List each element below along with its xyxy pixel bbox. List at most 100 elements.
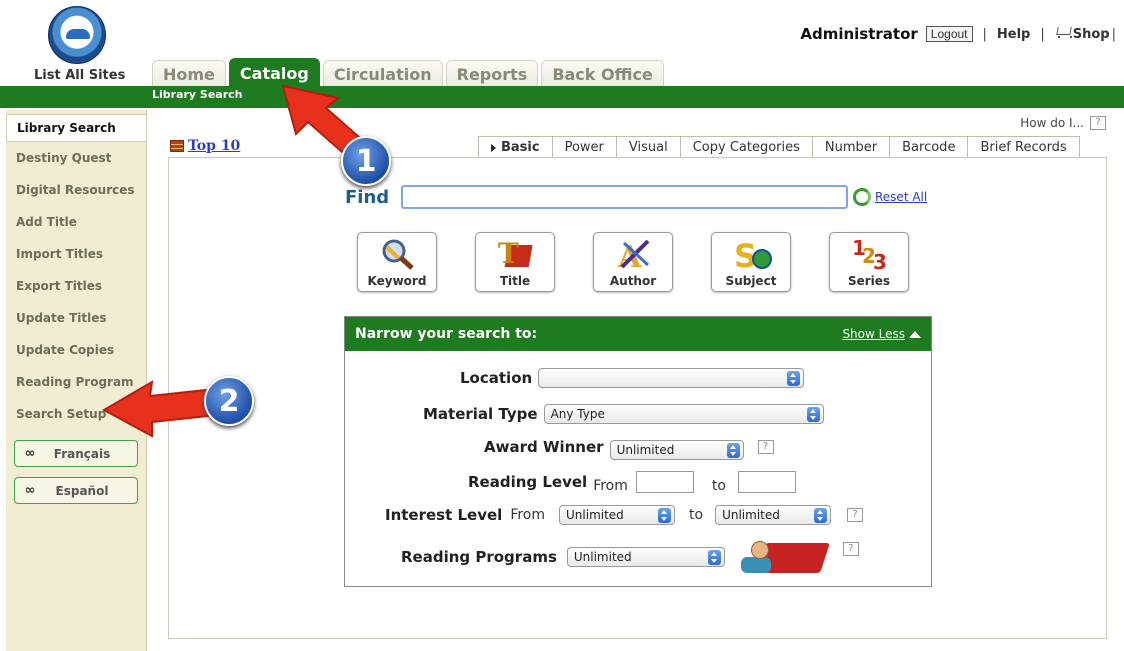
search-buttons: Keyword T Title A Author S Subject 1 2 3… <box>357 232 909 292</box>
svg-text:T: T <box>498 237 519 270</box>
author-pen-icon: A <box>617 239 650 271</box>
show-less-label: Show Less <box>842 327 905 341</box>
shop-link[interactable]: Shop <box>1055 27 1110 42</box>
reading-programs-label: Reading Programs <box>401 548 557 566</box>
main-tabs: Home Catalog Circulation Reports Back Of… <box>152 58 667 87</box>
tab-brief-records[interactable]: Brief Records <box>967 136 1080 158</box>
interest-help-icon[interactable]: ? <box>847 508 864 522</box>
language-francais-button[interactable]: ∞ Français <box>14 440 138 467</box>
interest-from-value: Unlimited <box>566 508 624 522</box>
reading-child-icon <box>739 539 830 575</box>
select-arrows-icon <box>806 406 820 422</box>
reading-level-label: Reading Level <box>468 473 588 491</box>
how-do-i[interactable]: How do I... ? <box>1020 116 1106 130</box>
interest-to-select[interactable]: Unlimited <box>715 505 832 525</box>
award-winner-row: Award Winner Unlimited ? <box>484 434 774 460</box>
separator: | <box>1040 26 1045 42</box>
sidebar-item-update-titles[interactable]: Update Titles <box>6 302 146 334</box>
tab-copy-categories[interactable]: Copy Categories <box>679 136 813 158</box>
search-panel: Find Reset All Keyword T Title A Author … <box>168 157 1107 639</box>
reading-level-to-label: to <box>711 478 726 494</box>
logout-button[interactable]: Logout <box>925 26 973 42</box>
award-winner-select[interactable]: Unlimited <box>609 440 744 460</box>
list-all-sites-link[interactable]: List All Sites <box>34 68 125 83</box>
site-logo-area: List All Sites <box>0 0 150 86</box>
show-less-link[interactable]: Show Less <box>842 327 921 341</box>
sidebar-item-update-copies[interactable]: Update Copies <box>6 334 146 366</box>
author-search-button[interactable]: A Author <box>593 232 673 292</box>
tab-home[interactable]: Home <box>152 60 226 87</box>
sidebar-item-reading-program[interactable]: Reading Program <box>6 366 146 398</box>
interest-from-label: From <box>510 507 546 523</box>
svg-text:3: 3 <box>873 250 887 271</box>
language-label: Español <box>55 483 109 498</box>
sidebar-item-search-setup[interactable]: Search Setup <box>6 398 146 430</box>
sidebar-item-export-titles[interactable]: Export Titles <box>6 270 146 302</box>
language-espanol-button[interactable]: ∞ Español <box>14 477 138 504</box>
select-arrows-icon <box>814 507 828 523</box>
tab-back-office[interactable]: Back Office <box>541 60 664 87</box>
sidebar: Library Search Destiny Quest Digital Res… <box>6 110 147 651</box>
tab-circulation[interactable]: Circulation <box>322 60 443 87</box>
sidebar-item-library-search[interactable]: Library Search <box>6 114 146 142</box>
narrow-search-header: Narrow your search to: Show Less <box>345 317 931 351</box>
narrow-search-box: Narrow your search to: Show Less Locatio… <box>344 316 932 587</box>
select-arrows-icon <box>658 507 672 523</box>
reading-programs-select[interactable]: Unlimited <box>566 547 725 567</box>
top-10-link[interactable]: Top 10 <box>170 138 240 154</box>
location-select[interactable] <box>538 368 805 388</box>
interest-from-select[interactable]: Unlimited <box>559 505 676 525</box>
help-icon[interactable]: ? <box>1090 116 1106 130</box>
reset-all-link[interactable]: Reset All <box>853 188 927 206</box>
series-search-button[interactable]: 1 2 3 Series <box>829 232 909 292</box>
interest-to-label: to <box>689 507 704 523</box>
select-arrows-icon <box>787 370 801 386</box>
tab-barcode[interactable]: Barcode <box>889 136 969 158</box>
title-book-icon: T <box>498 237 533 270</box>
interest-level-label: Interest Level <box>385 506 503 524</box>
separator: | <box>1111 26 1116 42</box>
subject-search-button[interactable]: S Subject <box>711 232 791 292</box>
title-search-button[interactable]: T Title <box>475 232 555 292</box>
how-do-i-label: How do I... <box>1020 116 1084 130</box>
keyword-label: Keyword <box>367 274 427 288</box>
material-type-label: Material Type <box>423 405 538 423</box>
help-link[interactable]: Help <box>997 27 1030 42</box>
sub-nav-library-search[interactable]: Library Search <box>152 88 243 101</box>
find-label: Find <box>345 187 390 208</box>
select-arrows-icon <box>707 549 721 565</box>
glasses-icon: ∞ <box>24 446 36 461</box>
tab-catalog[interactable]: Catalog <box>228 58 320 87</box>
programs-help-icon[interactable]: ? <box>842 542 859 556</box>
sidebar-item-import-titles[interactable]: Import Titles <box>6 238 146 270</box>
sidebar-item-add-title[interactable]: Add Title <box>6 206 146 238</box>
reading-level-from-input[interactable] <box>635 471 694 493</box>
series-123-icon: 1 2 3 <box>852 237 887 271</box>
tab-number[interactable]: Number <box>811 136 891 158</box>
keyword-search-button[interactable]: Keyword <box>357 232 437 292</box>
tab-reports[interactable]: Reports <box>445 60 539 87</box>
tab-visual[interactable]: Visual <box>615 136 681 158</box>
material-type-select[interactable]: Any Type <box>543 404 824 424</box>
language-label: Français <box>53 446 111 461</box>
location-label: Location <box>460 369 533 387</box>
user-bar: Administrator Logout | Help | Shop | <box>800 24 1116 44</box>
award-help-icon[interactable]: ? <box>757 440 774 454</box>
reading-level-to-input[interactable] <box>737 471 796 493</box>
district-logo-icon[interactable] <box>48 6 106 64</box>
step-2-badge: 2 <box>204 376 254 426</box>
interest-level-row: Interest Level From Unlimited to Unlimit… <box>385 505 864 525</box>
narrow-search-title: Narrow your search to: <box>355 326 538 342</box>
triangle-right-icon <box>491 143 496 152</box>
tab-basic[interactable]: Basic <box>478 136 553 158</box>
tab-power[interactable]: Power <box>551 136 617 158</box>
reading-level-from-label: From <box>593 478 628 494</box>
reading-programs-row: Reading Programs Unlimited ? <box>401 539 859 575</box>
shop-label: Shop <box>1072 26 1110 42</box>
sidebar-item-destiny-quest[interactable]: Destiny Quest <box>6 142 146 174</box>
separator: | <box>982 26 987 42</box>
find-input[interactable] <box>401 185 848 209</box>
material-type-value: Any Type <box>550 407 605 421</box>
tab-basic-label: Basic <box>501 140 540 155</box>
sidebar-item-digital-resources[interactable]: Digital Resources <box>6 174 146 206</box>
